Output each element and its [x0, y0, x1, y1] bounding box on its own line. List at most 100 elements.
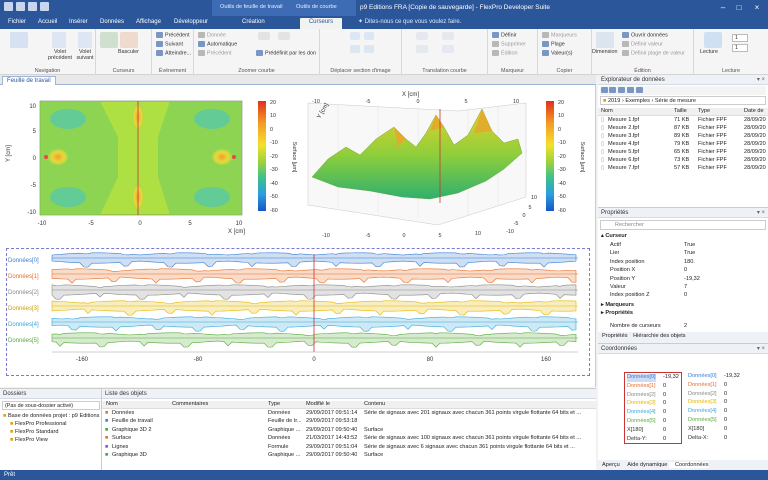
prev-pane-button[interactable]: Volet précédent: [46, 49, 74, 61]
breadcrumb-item[interactable]: Exemples: [625, 98, 650, 104]
property-row[interactable]: Actif True: [598, 242, 768, 250]
property-row[interactable]: Valeur 7: [598, 284, 768, 292]
tell-me-box[interactable]: ✦ Dites-nous ce que vous voulez faire.: [358, 18, 461, 25]
translate-right-icon[interactable]: [442, 32, 454, 40]
file-row[interactable]: ▯ Mesure 5.fpf 65 KB Fichier FPF 28/09/20: [598, 149, 768, 157]
property-value[interactable]: -19,32: [684, 276, 700, 284]
properties-search-input[interactable]: Rechercher: [600, 220, 766, 230]
back-icon[interactable]: [601, 87, 608, 93]
maximize-icon[interactable]: □: [732, 2, 746, 14]
define-marker-button[interactable]: Définir: [492, 32, 517, 38]
up-icon[interactable]: [618, 86, 625, 93]
forward-icon[interactable]: [609, 86, 616, 93]
delete-marker-button[interactable]: Supprimer: [492, 41, 526, 47]
column-content[interactable]: Contenu: [364, 401, 385, 409]
move-right-icon[interactable]: [364, 32, 374, 40]
tab-object-hierarchy[interactable]: Hiérarchie des objets: [629, 333, 686, 339]
set-value-button[interactable]: Définir valeur: [622, 41, 663, 47]
move-left-icon[interactable]: [350, 32, 360, 40]
dimension-button[interactable]: Dimension: [592, 49, 617, 55]
view-icon[interactable]: [636, 86, 643, 93]
folder-item[interactable]: ■ FlexPro Standard: [0, 429, 101, 437]
contour-plot[interactable]: Y [cm] X [cm] -10 -5 0 5 10 10 5 0 -5 -1…: [0, 87, 300, 247]
file-row[interactable]: ▯ Mesure 4.fpf 79 KB Fichier FPF 28/09/20: [598, 141, 768, 149]
property-row[interactable]: Lier True: [598, 250, 768, 258]
zoom-prev-button[interactable]: Précédent: [198, 50, 232, 56]
column-name[interactable]: Nom: [106, 401, 118, 409]
zoom-out-icon[interactable]: [278, 32, 290, 40]
subfolder-dropdown[interactable]: (Pas de sous-dossier activé): [2, 401, 100, 410]
tab-coordonnees[interactable]: Coordonnées: [668, 462, 709, 468]
close-icon[interactable]: ▾ ×: [757, 208, 765, 218]
play-icon[interactable]: [704, 32, 722, 48]
object-row[interactable]: ■ Données Données 29/09/2017 09:51:14 Série …: [102, 410, 596, 418]
file-row[interactable]: ▯ Mesure 6.fpf 73 KB Fichier FPF 28/09/20: [598, 157, 768, 165]
open-data-button[interactable]: Ouvrir données: [622, 32, 668, 38]
column-comments[interactable]: Commentaires: [172, 401, 208, 409]
lecture-button[interactable]: Lecture: [700, 49, 718, 55]
arrow-left-icon[interactable]: [52, 32, 66, 48]
tab-fichier[interactable]: Fichier: [6, 18, 28, 29]
file-row[interactable]: ▯ Mesure 2.fpf 87 KB Fichier FPF 28/09/20: [598, 125, 768, 133]
customize-icon[interactable]: [40, 2, 49, 11]
event-next-button[interactable]: Suivant: [156, 41, 183, 47]
basculer-button[interactable]: Basculer: [118, 49, 139, 55]
copy-values-button[interactable]: Valeur(s): [542, 50, 572, 56]
column-modified[interactable]: Modifié le: [306, 401, 330, 409]
column-name[interactable]: Nom: [601, 108, 613, 116]
tab-donnees[interactable]: Données: [98, 18, 126, 29]
edit-marker-button[interactable]: Édition: [492, 50, 517, 56]
object-row[interactable]: ■ Graphique 3D 2 Graphique ... 29/09/2017 0…: [102, 427, 596, 435]
surface-3d-plot[interactable]: X [cm] -10 -5 0 5 10 -10 -5 0 5 10 10 5 …: [298, 87, 596, 247]
breadcrumb[interactable]: ■ 2019 › Exemples › Série de mesure: [600, 96, 766, 105]
object-row[interactable]: ■ Surface Données 21/03/2017 14:43:52 Série …: [102, 435, 596, 443]
undo-icon[interactable]: [16, 2, 25, 11]
column-date[interactable]: Date de: [744, 108, 764, 116]
set-range-button[interactable]: Définir plage de valeur: [622, 50, 685, 56]
cursor-up-down-icon[interactable]: [10, 32, 28, 48]
tab-apercu[interactable]: Aperçu: [598, 462, 620, 468]
object-row[interactable]: ■ Lignes Formule 29/09/2017 09:51:04 Série d…: [102, 444, 596, 452]
property-row[interactable]: Nombre de curseurs 2: [598, 323, 768, 331]
move-down-icon[interactable]: [364, 45, 374, 53]
zoom-auto-button[interactable]: Automatique: [198, 41, 237, 47]
event-prev-button[interactable]: Précédent: [156, 32, 190, 38]
tab-curseurs[interactable]: Curseurs: [300, 18, 342, 29]
file-row[interactable]: ▯ Mesure 3.fpf 89 KB Fichier FPF 28/09/20: [598, 133, 768, 141]
tab-worksheet[interactable]: Feuille de travail: [2, 76, 56, 85]
file-row[interactable]: ▯ Mesure 1.fpf 71 KB Fichier FPF 28/09/20: [598, 117, 768, 125]
wave-cursor-icon[interactable]: [120, 32, 138, 48]
close-icon[interactable]: ▾ ×: [757, 344, 765, 354]
tab-creation[interactable]: Création: [240, 18, 267, 29]
wave-icon[interactable]: [100, 32, 118, 48]
property-row[interactable]: Position X 0: [598, 267, 768, 275]
predefined-zoom-select[interactable]: Prédéfinit par les don: [256, 50, 316, 56]
arrow-right-icon[interactable]: [78, 32, 92, 48]
property-row[interactable]: Index position Z 0: [598, 292, 768, 300]
property-row[interactable]: Index position 180.: [598, 259, 768, 267]
redo-icon[interactable]: [28, 2, 37, 11]
property-value[interactable]: 7: [684, 284, 687, 292]
close-icon[interactable]: ×: [750, 2, 764, 14]
zoom-in-icon[interactable]: [258, 32, 270, 40]
event-goto-button[interactable]: Atteindre...: [156, 50, 191, 56]
property-value[interactable]: 180.: [684, 259, 695, 267]
property-value[interactable]: 2: [684, 323, 687, 331]
step-spinner-1[interactable]: 1: [732, 34, 748, 42]
next-pane-button[interactable]: Volet suivant: [72, 49, 98, 61]
zoom-donnee-button[interactable]: Donnée: [198, 32, 226, 38]
save-icon[interactable]: [4, 2, 13, 11]
dimension-icon[interactable]: [596, 32, 614, 48]
property-value[interactable]: True: [684, 250, 695, 258]
folder-item[interactable]: ■ Base de données projet : p9 Editions: [0, 413, 101, 421]
signals-chart[interactable]: -160 -80 0 80 160 Données[0] Données[1] …: [6, 248, 590, 384]
refresh-icon[interactable]: [627, 86, 634, 93]
close-icon[interactable]: ▾ ×: [757, 75, 765, 85]
tab-properties[interactable]: Propriétés: [598, 333, 628, 339]
breadcrumb-item[interactable]: Série de mesure: [655, 98, 696, 104]
tab-aide-dynamique[interactable]: Aide dynamique: [621, 462, 667, 468]
property-value[interactable]: 0: [684, 292, 687, 300]
translate-down-icon[interactable]: [442, 45, 454, 53]
breadcrumb-item[interactable]: 2019: [608, 98, 620, 104]
section-marqueurs[interactable]: ▸ Marqueurs: [598, 302, 768, 310]
